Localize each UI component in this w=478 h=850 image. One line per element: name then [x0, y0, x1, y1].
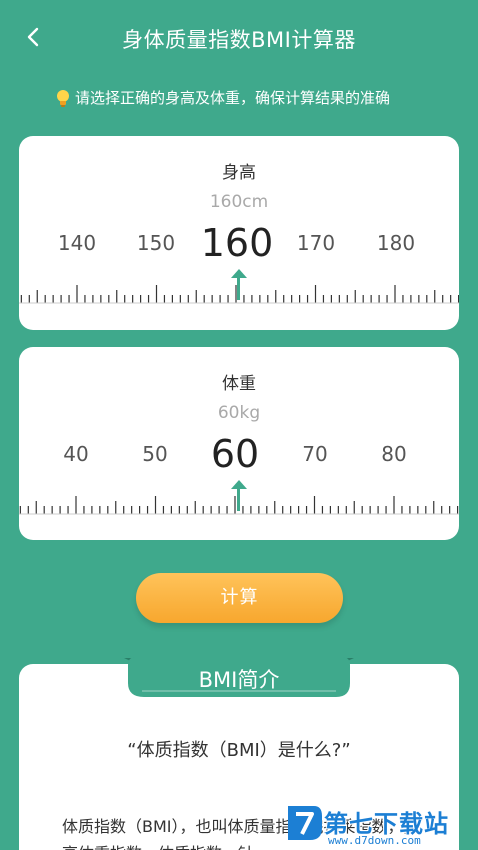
- height-label: 身高: [222, 163, 256, 183]
- height-scale-label: 140: [57, 231, 97, 255]
- weight-pointer-icon: [231, 480, 247, 489]
- weight-ruler[interactable]: [19, 491, 459, 515]
- tip-text: 请选择正确的身高及体重，确保计算结果的准确: [75, 89, 391, 107]
- height-pointer-icon: [231, 269, 247, 278]
- watermark-url: www.d7down.com: [328, 834, 421, 847]
- height-scale-label: 150: [136, 231, 176, 255]
- lightbulb-icon: [57, 89, 69, 107]
- height-ruler[interactable]: [19, 280, 459, 304]
- weight-selected-value: 60: [210, 432, 260, 476]
- ribbon-title: BMI简介: [198, 668, 280, 692]
- weight-label: 体重: [222, 374, 256, 394]
- calculate-button[interactable]: 计算: [136, 573, 343, 623]
- d7-logo-icon: [288, 806, 322, 840]
- tip-message: 请选择正确的身高及体重，确保计算结果的准确: [54, 87, 390, 108]
- height-value-text: 160cm: [209, 192, 269, 212]
- weight-scale-label: 80: [381, 442, 407, 466]
- weight-picker-card: 体重 60kg 40 50 60 70 80: [19, 347, 459, 540]
- page-title: 身体质量指数BMI计算器: [122, 28, 356, 52]
- bmi-question: “体质指数（BMI）是什么?”: [127, 740, 351, 761]
- weight-scale-label: 50: [142, 442, 168, 466]
- weight-scale-label: 40: [63, 442, 89, 466]
- watermark: 第七下载站 www.d7down.com: [280, 798, 478, 850]
- height-scale-label: 180: [376, 231, 416, 255]
- height-scale-label: 170: [296, 231, 336, 255]
- weight-scale-label: 70: [302, 442, 328, 466]
- height-picker-card: 身高 160cm 140 150 160 170 180: [19, 136, 459, 330]
- bmi-info-ribbon: BMI简介: [124, 655, 354, 701]
- height-selected-value: 160: [200, 221, 274, 265]
- header: 身体质量指数BMI计算器: [0, 0, 478, 78]
- weight-value-text: 60kg: [217, 403, 261, 423]
